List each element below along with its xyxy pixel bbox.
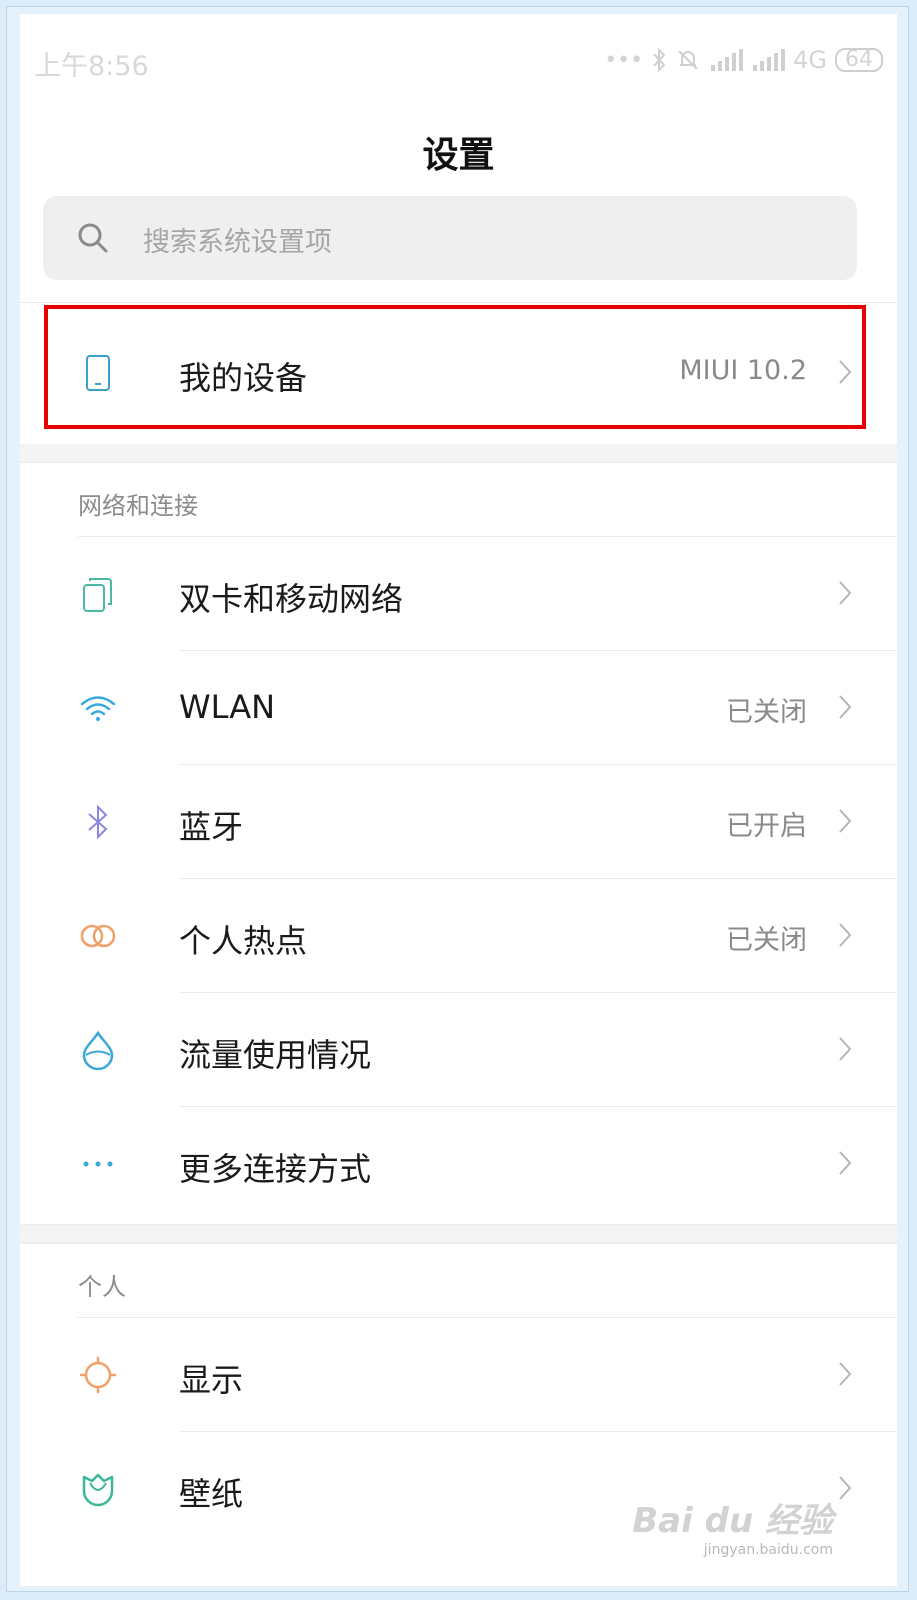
section-header-personal: 个人 (78, 1273, 126, 1301)
status-bar: 上午8:56 ••• 4G 64 (20, 32, 897, 82)
row-label: 壁纸 (179, 1475, 244, 1513)
divider (20, 302, 897, 303)
baidu-watermark: Bai du 经验 jingyan.baidu.com (632, 1493, 833, 1558)
section-gap (20, 444, 897, 462)
battery-icon: 64 (835, 48, 883, 72)
row-value: 已关闭 (726, 697, 807, 728)
settings-row-wlan[interactable]: WLAN 已关闭 (20, 651, 897, 765)
dual-sim-icon (83, 578, 112, 612)
settings-row-more-connections[interactable]: 更多连接方式 (20, 1107, 897, 1221)
signal-icon-2 (753, 49, 786, 71)
status-time: 上午8:56 (34, 51, 149, 82)
row-label: 流量使用情况 (179, 1036, 372, 1074)
phone-screen: 上午8:56 ••• 4G 64 设置 搜索系统设置项 我的设备 MIUI 10… (20, 14, 897, 1586)
chevron-right-icon (839, 1362, 852, 1386)
chevron-right-icon (839, 1037, 852, 1061)
settings-row-data-usage[interactable]: 流量使用情况 (20, 993, 897, 1107)
settings-row-bluetooth[interactable]: 蓝牙 已开启 (20, 765, 897, 879)
chevron-right-icon (839, 695, 852, 719)
search-bar[interactable]: 搜索系统设置项 (43, 196, 857, 280)
data-usage-icon (82, 1030, 114, 1070)
watermark-brand: Bai du 经验 (632, 1501, 833, 1541)
row-label: 个人热点 (179, 922, 308, 960)
highlight-box (44, 305, 866, 429)
network-type: 4G (793, 46, 827, 74)
chevron-right-icon (839, 923, 852, 947)
settings-row-display[interactable]: 显示 (20, 1318, 897, 1432)
wallpaper-icon (82, 1473, 114, 1507)
settings-row-hotspot[interactable]: 个人热点 已关闭 (20, 879, 897, 993)
section-header-network: 网络和连接 (78, 492, 198, 520)
more-icon (83, 1161, 113, 1167)
dots-icon: ••• (604, 47, 644, 73)
row-value: 已关闭 (726, 925, 807, 956)
row-label: WLAN (179, 688, 276, 726)
row-label: 蓝牙 (179, 808, 244, 846)
row-label: 显示 (179, 1361, 244, 1399)
mute-icon (678, 50, 698, 70)
row-label: 更多连接方式 (179, 1150, 372, 1188)
divider (20, 1243, 897, 1244)
chevron-right-icon (839, 581, 852, 605)
settings-row-dual-sim[interactable]: 双卡和移动网络 (20, 537, 897, 651)
chevron-right-icon (839, 1476, 852, 1500)
bluetooth-icon (88, 804, 108, 840)
row-label: 双卡和移动网络 (179, 580, 404, 618)
brightness-icon (79, 1356, 117, 1394)
watermark-url: jingyan.baidu.com (703, 1542, 833, 1558)
divider (20, 462, 897, 463)
wifi-icon (80, 696, 116, 721)
chevron-right-icon (839, 1151, 852, 1175)
bluetooth-status-icon (653, 47, 666, 73)
hotspot-icon (80, 924, 116, 948)
section-gap (20, 1225, 897, 1243)
status-icons: ••• 4G 64 (604, 44, 883, 76)
search-placeholder: 搜索系统设置项 (143, 227, 332, 258)
signal-icon-1 (711, 49, 744, 71)
search-icon (78, 223, 108, 253)
row-value: 已开启 (726, 811, 807, 842)
page-title: 设置 (422, 135, 495, 176)
chevron-right-icon (839, 809, 852, 833)
